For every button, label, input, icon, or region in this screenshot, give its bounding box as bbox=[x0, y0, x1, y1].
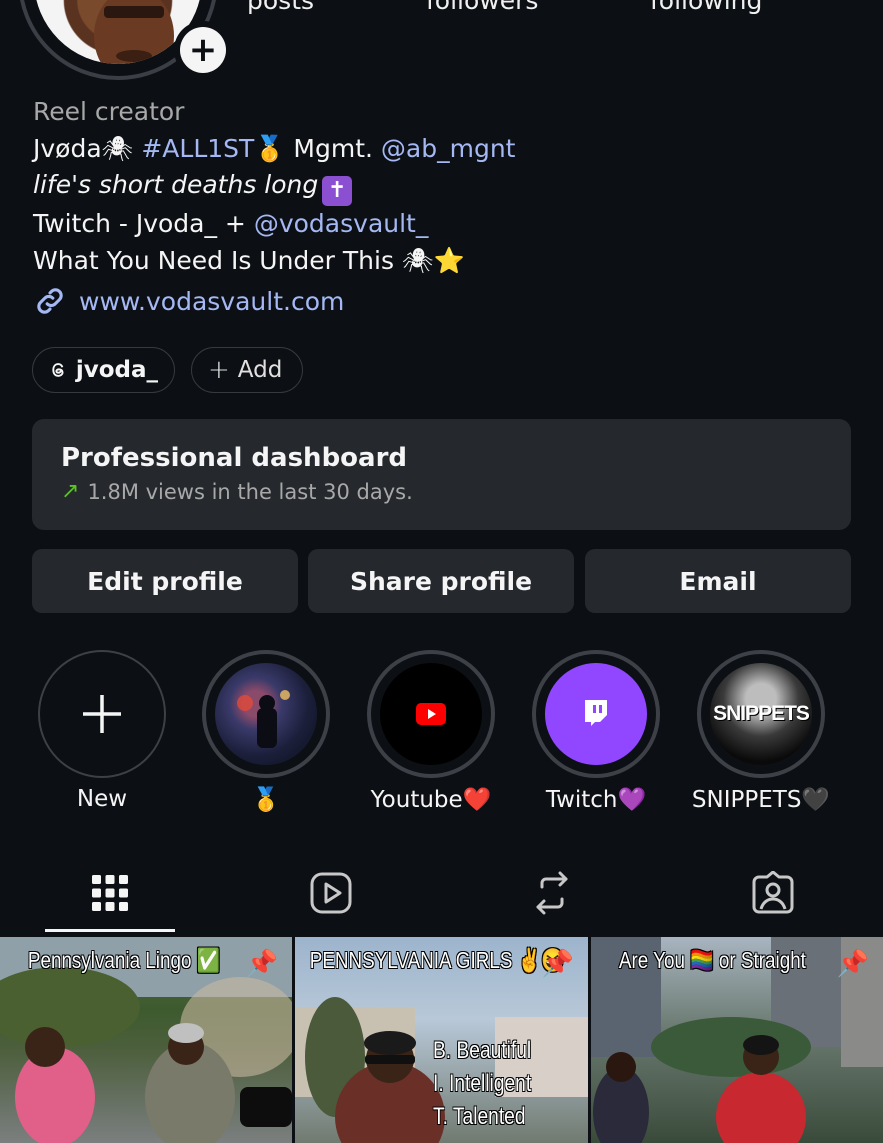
reels-icon bbox=[310, 872, 352, 914]
threads-handle: jvoda_ bbox=[75, 357, 158, 383]
tab-tagged[interactable] bbox=[685, 858, 861, 928]
threads-icon bbox=[52, 363, 64, 377]
bio-line-4: What You Need Is Under This 🕷⭐ bbox=[33, 243, 515, 280]
concert-photo bbox=[237, 690, 290, 748]
plus-icon: + bbox=[208, 355, 230, 385]
share-profile-button[interactable]: Share profile bbox=[308, 549, 574, 613]
dashboard-title: Professional dashboard bbox=[61, 443, 408, 473]
bio-mgmt: Mgmt. bbox=[293, 133, 373, 163]
email-button[interactable]: Email bbox=[585, 549, 851, 613]
post-thumbnail[interactable]: PENNSYLVANIA GIRLS ✌😆 📌 B. Beautiful I. … bbox=[295, 937, 588, 1143]
highlight-youtube[interactable]: Youtube❤️ bbox=[367, 650, 495, 813]
medal-emoji: 🥇 bbox=[254, 133, 286, 163]
plus-icon bbox=[83, 695, 121, 733]
bio: Reel creator Jvøda🕷 #ALL1ST🥇 Mgmt. @ab_m… bbox=[33, 94, 515, 279]
bio-line-2: life's short deaths long ✝ bbox=[33, 167, 515, 206]
post-thumbnail[interactable]: Pennsylvania Lingo ✅ 📌 bbox=[0, 937, 292, 1143]
link-icon bbox=[37, 288, 63, 314]
edit-profile-button[interactable]: Edit profile bbox=[32, 549, 298, 613]
mention-link-mgmt[interactable]: @ab_mgnt bbox=[381, 134, 516, 163]
post-thumbnail[interactable]: Are You 🏳️‍🌈 or Straight 📌 bbox=[591, 937, 883, 1143]
grid-icon bbox=[92, 875, 128, 911]
pin-icon: 📌 bbox=[245, 949, 278, 979]
post-overlay-line: T. Talented bbox=[433, 1103, 526, 1130]
bio-line-3: Twitch - Jvoda_ + @vodasvault_ bbox=[33, 206, 515, 243]
highlight-cover: SNIPPETS bbox=[710, 663, 812, 765]
post-overlay-line: B. Beautiful bbox=[433, 1037, 532, 1064]
threads-badge[interactable]: jvoda_ bbox=[32, 347, 175, 393]
posts-label[interactable]: posts bbox=[247, 0, 314, 15]
bio-cta-text: What You Need Is Under This bbox=[33, 245, 394, 275]
highlight-ring[interactable] bbox=[38, 650, 166, 778]
add-label: Add bbox=[237, 357, 283, 383]
bio-tagline: life's short deaths long bbox=[33, 170, 319, 199]
star-emoji: ⭐ bbox=[433, 245, 465, 275]
pin-icon: 📌 bbox=[541, 949, 574, 979]
highlight-ring[interactable]: SNIPPETS bbox=[697, 650, 825, 778]
post-caption: Pennsylvania Lingo ✅ bbox=[27, 947, 221, 973]
tab-reposts[interactable] bbox=[464, 858, 640, 928]
highlight-snippets[interactable]: SNIPPETS SNIPPETS🖤 bbox=[692, 650, 830, 813]
hashtag-link[interactable]: #ALL1ST bbox=[141, 134, 254, 163]
highlight-ring[interactable] bbox=[367, 650, 495, 778]
spider-emoji: 🕷 bbox=[101, 133, 134, 163]
add-link-button[interactable]: + Add bbox=[191, 347, 303, 393]
tab-reels[interactable] bbox=[243, 858, 419, 928]
post-caption: Are You 🏳️‍🌈 or Straight bbox=[618, 947, 806, 973]
cross-emoji: ✝ bbox=[322, 176, 353, 206]
spider-emoji: 🕷 bbox=[401, 245, 434, 275]
bio-twitch-text: Twitch - Jvoda_ + bbox=[33, 209, 246, 238]
category-label: Reel creator bbox=[33, 97, 185, 126]
reposts-icon bbox=[536, 871, 568, 915]
youtube-icon bbox=[416, 703, 446, 725]
profile-avatar-ring[interactable]: + bbox=[18, 0, 232, 80]
highlight-ring[interactable] bbox=[532, 650, 660, 778]
highlight-new[interactable]: New bbox=[38, 650, 166, 812]
highlight-cover bbox=[380, 663, 482, 765]
twitch-icon bbox=[585, 700, 607, 726]
highlight-twitch[interactable]: Twitch💜 bbox=[532, 650, 660, 813]
highlight-cover-text: SNIPPETS bbox=[713, 702, 810, 725]
followers-label[interactable]: followers bbox=[426, 0, 538, 15]
highlight-ring[interactable] bbox=[202, 650, 330, 778]
highlight-medal[interactable]: 🥇 bbox=[202, 650, 330, 813]
post-caption: PENNSYLVANIA GIRLS ✌😆 bbox=[309, 947, 565, 973]
mention-link-vault[interactable]: @vodasvault_ bbox=[254, 209, 429, 238]
plus-icon: + bbox=[180, 27, 226, 73]
add-story-button[interactable]: + bbox=[174, 21, 232, 79]
bio-line-1: Jvøda🕷 #ALL1ST🥇 Mgmt. @ab_mgnt bbox=[33, 131, 515, 168]
active-tab-indicator bbox=[45, 929, 175, 932]
dashboard-subtitle: ↗ 1.8M views in the last 30 days. bbox=[61, 479, 822, 504]
website-url[interactable]: www.vodasvault.com bbox=[79, 287, 344, 316]
bio-name: Jvøda bbox=[33, 133, 102, 163]
highlight-cover bbox=[545, 663, 647, 765]
profile-tabs bbox=[0, 858, 883, 933]
trend-up-icon: ↗ bbox=[61, 479, 80, 504]
professional-dashboard-card[interactable]: Professional dashboard ↗ 1.8M views in t… bbox=[32, 419, 851, 530]
highlight-cover bbox=[215, 663, 317, 765]
pin-icon: 📌 bbox=[836, 949, 869, 979]
tagged-icon bbox=[752, 871, 794, 914]
highlight-label: SNIPPETS🖤 bbox=[691, 787, 831, 813]
following-label[interactable]: following bbox=[650, 0, 762, 15]
post-overlay-line: I. Intelligent bbox=[433, 1070, 532, 1097]
tab-grid[interactable] bbox=[22, 858, 198, 928]
website-link[interactable]: www.vodasvault.com bbox=[33, 284, 344, 318]
dashboard-views-text: 1.8M views in the last 30 days. bbox=[87, 479, 413, 504]
